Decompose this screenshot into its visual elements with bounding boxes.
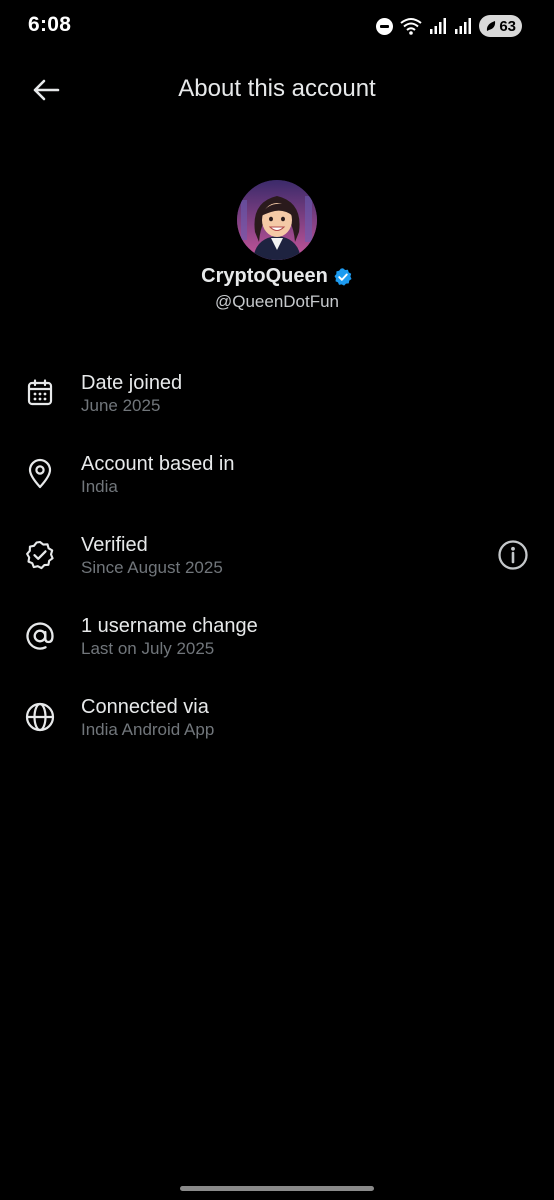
connected-via-label: Connected via xyxy=(81,696,209,718)
battery-level: 63 xyxy=(499,17,516,35)
handle: @QueenDotFun xyxy=(214,292,340,311)
display-name: CryptoQueen xyxy=(201,265,328,287)
verified-since-value: Since August 2025 xyxy=(81,558,223,577)
info-icon xyxy=(498,540,528,570)
status-time: 6:08 xyxy=(28,13,72,36)
verified-label: Verified xyxy=(81,534,148,556)
wifi-icon xyxy=(400,18,422,35)
date-joined-label: Date joined xyxy=(81,372,183,394)
list-item-date-joined: Date joined June 2025 xyxy=(0,353,554,434)
calendar-icon xyxy=(22,375,58,411)
do-not-disturb-icon xyxy=(376,17,394,35)
status-bar: 6:08 63 xyxy=(0,0,554,52)
header: About this account xyxy=(0,56,554,122)
list-item-verified: Verified Since August 2025 xyxy=(0,515,554,596)
signal-icon xyxy=(455,18,472,34)
list-item-connected-via: Connected via India Android App xyxy=(0,677,554,758)
account-based-in-label: Account based in xyxy=(81,453,235,475)
avatar[interactable] xyxy=(237,180,317,260)
home-indicator[interactable] xyxy=(180,1186,374,1191)
location-pin-icon xyxy=(22,456,58,492)
page-title: About this account xyxy=(178,75,376,102)
date-joined-value: June 2025 xyxy=(81,396,161,415)
avatar-image xyxy=(237,180,317,260)
verified-badge-icon xyxy=(22,537,58,573)
globe-icon xyxy=(22,699,58,735)
battery-saver-icon xyxy=(487,21,496,31)
list-item-username-change: 1 username change Last on July 2025 xyxy=(0,596,554,677)
at-sign-icon xyxy=(22,618,58,654)
list-item-account-based-in: Account based in India xyxy=(0,434,554,515)
account-based-in-value: India xyxy=(81,477,118,496)
account-info-list: Date joined June 2025 Account based in I… xyxy=(0,353,554,758)
name-row: CryptoQueen xyxy=(0,265,554,288)
verified-info-button[interactable] xyxy=(494,536,532,574)
profile-summary: CryptoQueen @QueenDotFun xyxy=(0,180,554,312)
status-icons: 63 xyxy=(376,14,522,38)
username-change-label: 1 username change xyxy=(81,615,258,637)
connected-via-value: India Android App xyxy=(81,720,215,739)
battery-icon: 63 xyxy=(479,15,522,37)
username-change-value: Last on July 2025 xyxy=(81,639,215,658)
verified-badge-icon xyxy=(334,267,352,286)
signal-icon xyxy=(430,18,447,34)
